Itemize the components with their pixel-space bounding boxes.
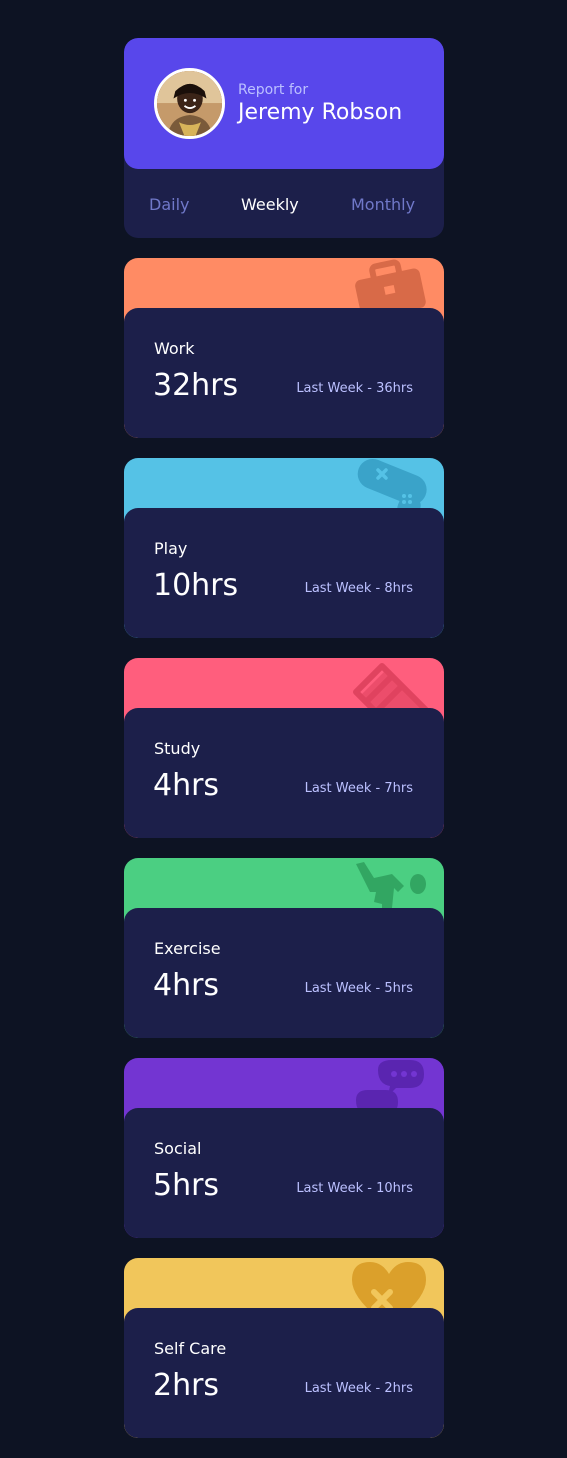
avatar [154, 68, 225, 139]
card-body: Play 10hrs Last Week - 8hrs [124, 508, 444, 638]
activity-card-study[interactable]: Study 4hrs Last Week - 7hrs [124, 658, 444, 838]
activity-card-self-care[interactable]: Self Care 2hrs Last Week - 2hrs [124, 1258, 444, 1438]
card-hours: 4hrs [153, 968, 220, 1003]
profile-card: Report for Jeremy Robson Daily Weekly Mo… [124, 38, 444, 238]
card-body: Exercise 4hrs Last Week - 5hrs [124, 908, 444, 1038]
dashboard: Report for Jeremy Robson Daily Weekly Mo… [0, 0, 567, 1458]
card-body: Self Care 2hrs Last Week - 2hrs [124, 1308, 444, 1438]
card-hours: 2hrs [153, 1368, 220, 1403]
card-hours: 4hrs [153, 768, 220, 803]
tab-monthly[interactable]: Monthly [351, 195, 415, 214]
card-previous: Last Week - 8hrs [304, 581, 413, 596]
card-body: Social 5hrs Last Week - 10hrs [124, 1108, 444, 1238]
card-title: Work [154, 339, 195, 358]
card-title: Self Care [154, 1339, 227, 1358]
report-for-label: Report for [238, 82, 309, 98]
card-previous: Last Week - 2hrs [304, 1381, 413, 1396]
activity-card-social[interactable]: Social 5hrs Last Week - 10hrs [124, 1058, 444, 1238]
card-hours: 10hrs [153, 568, 239, 603]
card-previous: Last Week - 7hrs [304, 781, 413, 796]
card-title: Study [154, 739, 201, 758]
card-previous: Last Week - 10hrs [296, 1181, 413, 1196]
tab-weekly[interactable]: Weekly [241, 195, 299, 214]
avatar-image [157, 71, 222, 136]
card-previous: Last Week - 36hrs [296, 381, 413, 396]
card-body: Work 32hrs Last Week - 36hrs [124, 308, 444, 438]
tab-daily[interactable]: Daily [149, 195, 189, 214]
card-previous: Last Week - 5hrs [304, 981, 413, 996]
activity-card-exercise[interactable]: Exercise 4hrs Last Week - 5hrs [124, 858, 444, 1038]
card-body: Study 4hrs Last Week - 7hrs [124, 708, 444, 838]
card-hours: 32hrs [153, 368, 239, 403]
timeframe-tabs: Daily Weekly Monthly [124, 169, 444, 238]
activity-card-play[interactable]: Play 10hrs Last Week - 8hrs [124, 458, 444, 638]
card-title: Play [154, 539, 188, 558]
user-name: Jeremy Robson [238, 100, 403, 125]
card-hours: 5hrs [153, 1168, 220, 1203]
activity-card-work[interactable]: Work 32hrs Last Week - 36hrs [124, 258, 444, 438]
card-title: Exercise [154, 939, 221, 958]
profile-header: Report for Jeremy Robson [124, 38, 444, 169]
card-title: Social [154, 1139, 202, 1158]
